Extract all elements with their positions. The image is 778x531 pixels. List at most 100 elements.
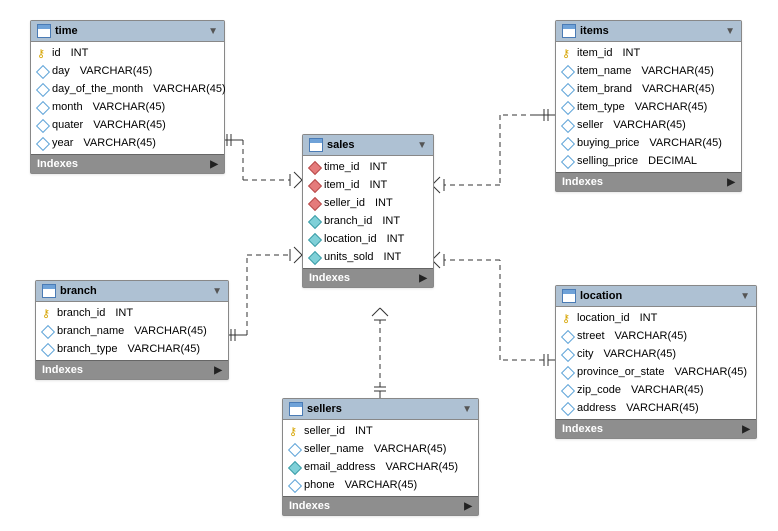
column-list: item_id INTitem_name VARCHAR(45)item_bra… (556, 42, 741, 172)
column-row[interactable]: location_id INT (303, 230, 433, 248)
entity-title: sellers (307, 403, 458, 415)
collapse-icon[interactable]: ▼ (725, 26, 735, 37)
column-row[interactable]: city VARCHAR(45) (556, 345, 756, 363)
column-type: VARCHAR(45) (626, 402, 699, 414)
attr-icon (562, 138, 572, 148)
column-row[interactable]: seller_id INT (303, 194, 433, 212)
column-row[interactable]: branch_type VARCHAR(45) (36, 340, 228, 358)
indexes-section[interactable]: Indexes▶ (283, 496, 478, 515)
table-icon (562, 289, 576, 303)
column-type: INT (640, 312, 658, 324)
column-type: INT (375, 197, 393, 209)
column-row[interactable]: email_address VARCHAR(45) (283, 458, 478, 476)
collapse-icon[interactable]: ▼ (462, 404, 472, 415)
entity-title: sales (327, 139, 413, 151)
column-row[interactable]: item_name VARCHAR(45) (556, 62, 741, 80)
column-row[interactable]: item_id INT (556, 44, 741, 62)
column-row[interactable]: branch_id INT (36, 304, 228, 322)
column-row[interactable]: units_sold INT (303, 248, 433, 266)
entity-sellers[interactable]: sellers ▼ seller_id INTseller_name VARCHAR… (282, 398, 479, 516)
entity-branch[interactable]: branch▼branch_id INTbranch_name VARCHAR(… (35, 280, 229, 380)
collapse-icon[interactable]: ▼ (208, 26, 218, 37)
column-row[interactable]: address VARCHAR(45) (556, 399, 756, 417)
column-type: DECIMAL (648, 155, 697, 167)
indexes-section[interactable]: Indexes▶ (303, 268, 433, 287)
entity-items[interactable]: items▼item_id INTitem_name VARCHAR(45)it… (555, 20, 742, 192)
column-name: month (52, 101, 83, 113)
entity-header[interactable]: branch▼ (36, 281, 228, 302)
column-name: quater (52, 119, 83, 131)
entity-sales[interactable]: sales ▼ time_id INTitem_id INTseller_id IN… (302, 134, 434, 288)
entity-title: items (580, 25, 721, 37)
collapse-icon[interactable]: ▼ (212, 286, 222, 297)
column-row[interactable]: seller_id INT (283, 422, 478, 440)
entity-title: location (580, 290, 736, 302)
column-row[interactable]: province_or_state VARCHAR(45) (556, 363, 756, 381)
expand-icon[interactable]: ▶ (214, 365, 222, 376)
column-row[interactable]: month VARCHAR(45) (31, 98, 224, 116)
column-name: email_address (304, 461, 376, 473)
entity-header[interactable]: items ▼ (556, 21, 741, 42)
expand-icon[interactable]: ▶ (419, 273, 427, 284)
column-name: day (52, 65, 70, 77)
expand-icon[interactable]: ▶ (742, 424, 750, 435)
column-type: VARCHAR(45) (674, 366, 747, 378)
entity-header[interactable]: location ▼ (556, 286, 756, 307)
column-type: VARCHAR(45) (615, 330, 688, 342)
column-name: selling_price (577, 155, 638, 167)
attr-icon (37, 102, 47, 112)
expand-icon[interactable]: ▶ (210, 159, 218, 170)
column-type: VARCHAR(45) (345, 479, 418, 491)
entity-header[interactable]: sellers ▼ (283, 399, 478, 420)
expand-icon[interactable]: ▶ (464, 501, 472, 512)
column-row[interactable]: id INT (31, 44, 224, 62)
attr-icon (42, 344, 52, 354)
column-row[interactable]: time_id INT (303, 158, 433, 176)
column-name: street (577, 330, 605, 342)
indexes-section[interactable]: Indexes▶ (31, 154, 224, 173)
column-row[interactable]: day VARCHAR(45) (31, 62, 224, 80)
attr-icon (37, 120, 47, 130)
column-row[interactable]: phone VARCHAR(45) (283, 476, 478, 494)
entity-header[interactable]: sales ▼ (303, 135, 433, 156)
indexes-section[interactable]: Indexes▶ (36, 360, 228, 379)
column-row[interactable]: buying_price VARCHAR(45) (556, 134, 741, 152)
column-name: location_id (577, 312, 630, 324)
column-type: VARCHAR(45) (80, 65, 153, 77)
column-row[interactable]: zip_code VARCHAR(45) (556, 381, 756, 399)
table-icon (289, 402, 303, 416)
entity-header[interactable]: time▼ (31, 21, 224, 42)
column-row[interactable]: item_type VARCHAR(45) (556, 98, 741, 116)
column-row[interactable]: day_of_the_month VARCHAR(45) (31, 80, 224, 98)
column-row[interactable]: selling_price DECIMAL (556, 152, 741, 170)
indexes-section[interactable]: Indexes▶ (556, 172, 741, 191)
collapse-icon[interactable]: ▼ (417, 140, 427, 151)
column-type: INT (369, 161, 387, 173)
column-row[interactable]: branch_name VARCHAR(45) (36, 322, 228, 340)
column-name: seller_id (304, 425, 345, 437)
column-row[interactable]: item_brand VARCHAR(45) (556, 80, 741, 98)
column-row[interactable]: item_id INT (303, 176, 433, 194)
column-row[interactable]: seller_name VARCHAR(45) (283, 440, 478, 458)
column-row[interactable]: seller VARCHAR(45) (556, 116, 741, 134)
attr-icon (562, 349, 572, 359)
column-row[interactable]: branch_id INT (303, 212, 433, 230)
attr-icon (562, 102, 572, 112)
collapse-icon[interactable]: ▼ (740, 291, 750, 302)
expand-icon[interactable]: ▶ (727, 177, 735, 188)
column-type: VARCHAR(45) (613, 119, 686, 131)
indexes-section[interactable]: Indexes▶ (556, 419, 756, 438)
column-list: branch_id INTbranch_name VARCHAR(45)bran… (36, 302, 228, 360)
pk-icon (42, 308, 52, 318)
column-name: buying_price (577, 137, 639, 149)
pk-icon (289, 426, 299, 436)
column-row[interactable]: location_id INT (556, 309, 756, 327)
entity-time[interactable]: time▼id INTday VARCHAR(45)day_of_the_mon… (30, 20, 225, 174)
column-row[interactable]: quater VARCHAR(45) (31, 116, 224, 134)
attr-teal-icon (309, 252, 319, 262)
column-name: id (52, 47, 61, 59)
entity-location[interactable]: location▼location_id INTstreet VARCHAR(4… (555, 285, 757, 439)
column-row[interactable]: year VARCHAR(45) (31, 134, 224, 152)
column-row[interactable]: street VARCHAR(45) (556, 327, 756, 345)
attr-icon (562, 385, 572, 395)
